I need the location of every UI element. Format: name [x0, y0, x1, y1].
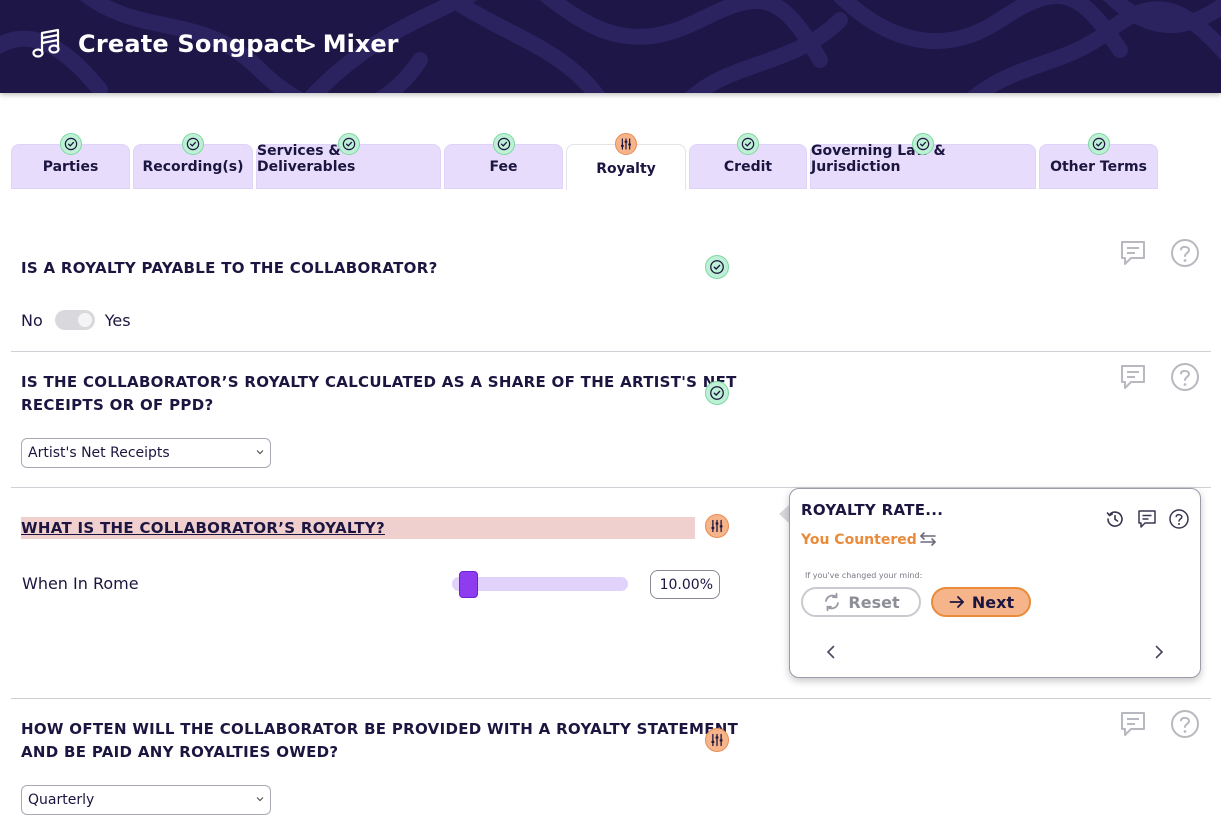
question-collaborator-royalty[interactable]: WHAT IS THE COLLABORATOR’S ROYALTY?	[21, 517, 695, 539]
negotiation-popover: ROYALTY RATE... You Countered If you've …	[789, 488, 1201, 678]
tab-label: Parties	[42, 159, 99, 175]
statement-frequency-select[interactable]: Quarterly	[21, 785, 271, 815]
question-royalty-basis: IS THE COLLABORATOR’S ROYALTY CALCULATED…	[21, 371, 737, 417]
tab-parties[interactable]: Parties	[11, 133, 130, 189]
question-text: WHAT IS THE COLLABORATOR’S ROYALTY?	[21, 519, 385, 537]
reset-label: Reset	[848, 592, 900, 612]
tab-fee[interactable]: Fee	[444, 133, 563, 189]
songpact-logo-icon	[32, 28, 60, 58]
royalty-slider-track[interactable]	[452, 577, 628, 591]
tab-label: Recording(s)	[142, 159, 244, 175]
royalty-payable-toggle-row: No Yes	[21, 310, 131, 330]
reset-button[interactable]: Reset	[801, 587, 921, 617]
question-statement-frequency: HOW OFTEN WILL THE COLLABORATOR BE PROVI…	[21, 718, 738, 764]
tab-services-deliverables[interactable]: Services & Deliverables	[256, 133, 441, 189]
swap-arrows-icon	[920, 532, 936, 546]
sliders-icon	[705, 728, 729, 752]
chevron-down-icon	[256, 450, 264, 455]
check-circle-icon	[705, 381, 729, 405]
negotiation-status: You Countered	[801, 532, 917, 548]
check-circle-icon	[737, 133, 759, 155]
breadcrumb-current: Mixer	[322, 30, 399, 58]
tab-label: Fee	[489, 159, 518, 175]
comment-icon[interactable]	[1118, 238, 1148, 268]
next-button[interactable]: Next	[931, 587, 1031, 617]
check-circle-icon	[182, 133, 204, 155]
royalty-slider-thumb[interactable]	[459, 571, 478, 598]
divider	[11, 351, 1211, 352]
select-value: Quarterly	[28, 792, 95, 808]
chevron-down-icon	[256, 797, 264, 802]
tab-governing-law-jurisdiction[interactable]: Governing Law & Jurisdiction	[810, 133, 1036, 189]
check-circle-icon	[337, 133, 360, 155]
tab-label: Royalty	[596, 161, 656, 177]
reset-icon	[825, 592, 840, 612]
tab-label: Credit	[723, 159, 773, 175]
check-circle-icon	[492, 133, 515, 155]
question-line: HOW OFTEN WILL THE COLLABORATOR BE PROVI…	[21, 720, 739, 738]
history-icon[interactable]	[1104, 508, 1126, 530]
help-icon[interactable]	[1170, 238, 1200, 268]
breadcrumb[interactable]: > Mixer	[300, 30, 398, 58]
help-icon[interactable]	[1170, 709, 1200, 739]
app-title: Create Songpact	[78, 30, 307, 58]
popover-title: ROYALTY RATE...	[801, 501, 944, 519]
popover-hint: If you've changed your mind:	[805, 571, 923, 580]
select-value: Artist's Net Receipts	[28, 445, 170, 461]
royalty-payable-toggle[interactable]	[54, 310, 95, 330]
toggle-no-label: No	[21, 310, 43, 330]
arrow-right-icon	[949, 596, 964, 608]
check-circle-icon	[705, 255, 729, 279]
toggle-yes-label: Yes	[104, 310, 131, 330]
tab-label: Other Terms	[1050, 159, 1147, 175]
section-tabs: Parties Recording(s) Services & Delivera…	[11, 130, 1211, 190]
tab-credit[interactable]: Credit	[689, 133, 807, 189]
sliders-icon	[705, 514, 729, 538]
app-header: Create Songpact > Mixer	[0, 0, 1221, 93]
check-circle-icon	[59, 133, 82, 155]
check-circle-icon	[1087, 133, 1110, 155]
question-royalty-payable: IS A ROYALTY PAYABLE TO THE COLLABORATOR…	[21, 259, 438, 277]
divider	[11, 698, 1211, 699]
comment-icon[interactable]	[1136, 508, 1158, 530]
tab-royalty[interactable]: Royalty	[566, 133, 686, 190]
chevron-left-icon[interactable]	[823, 644, 839, 660]
breadcrumb-separator: >	[300, 33, 317, 57]
question-line: RECEIPTS OR OF PPD?	[21, 396, 214, 414]
comment-icon[interactable]	[1118, 709, 1148, 739]
tab-recordings[interactable]: Recording(s)	[133, 133, 253, 189]
toggle-knob	[77, 313, 92, 327]
question-line: AND BE PAID ANY ROYALTIES OWED?	[21, 743, 339, 761]
royalty-value-input[interactable]: 10.00%	[650, 570, 720, 599]
help-icon[interactable]	[1170, 362, 1200, 392]
tab-other-terms[interactable]: Other Terms	[1039, 133, 1158, 189]
slider-label: When In Rome	[22, 574, 139, 593]
comment-icon[interactable]	[1118, 362, 1148, 392]
chevron-right-icon[interactable]	[1151, 644, 1167, 660]
royalty-basis-select[interactable]: Artist's Net Receipts	[21, 438, 271, 468]
help-icon[interactable]	[1168, 508, 1190, 530]
sliders-icon	[615, 133, 637, 155]
question-line: IS THE COLLABORATOR’S ROYALTY CALCULATED…	[21, 373, 737, 391]
popover-arrow	[779, 505, 789, 523]
next-label: Next	[971, 592, 1015, 612]
check-circle-icon	[912, 133, 934, 155]
